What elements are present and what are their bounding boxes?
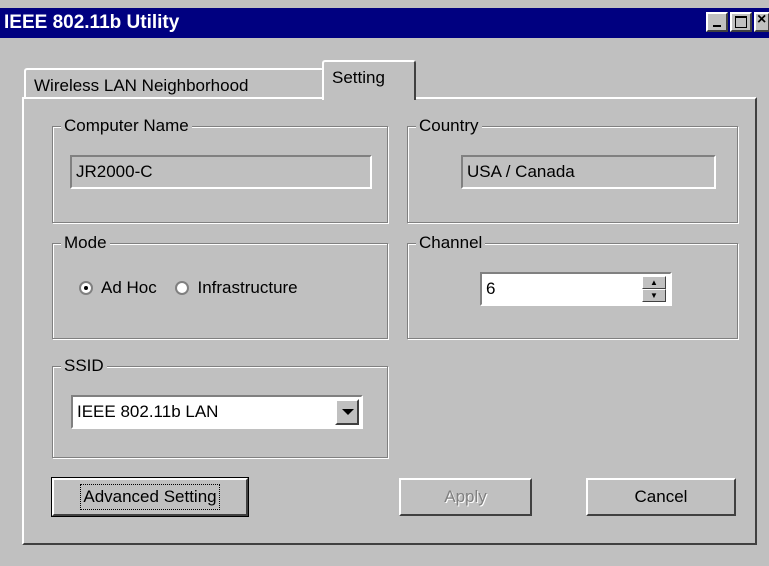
- channel-group: Channel 6 ▲ ▼: [407, 233, 738, 339]
- advanced-setting-label: Advanced Setting: [80, 484, 220, 510]
- channel-input[interactable]: 6 ▲ ▼: [480, 272, 672, 306]
- ssid-group: SSID IEEE 802.11b LAN: [52, 356, 388, 458]
- channel-label: Channel: [416, 233, 486, 253]
- country-label: Country: [416, 116, 482, 136]
- minimize-icon: [713, 25, 721, 27]
- ad-hoc-label[interactable]: Ad Hoc: [101, 278, 157, 297]
- ssid-value: IEEE 802.11b LAN: [77, 402, 219, 421]
- title-bar[interactable]: IEEE 802.11b Utility ×: [0, 8, 769, 38]
- computer-name-group: Computer Name JR2000-C: [52, 116, 388, 223]
- infrastructure-radio[interactable]: [175, 281, 190, 295]
- tab-setting[interactable]: Setting: [322, 60, 416, 100]
- arrow-up-icon: ▲: [650, 278, 658, 287]
- channel-value: 6: [486, 279, 496, 298]
- maximize-button[interactable]: [730, 12, 752, 32]
- minimize-button[interactable]: [706, 12, 728, 32]
- computer-name-label: Computer Name: [61, 116, 192, 136]
- window-title: IEEE 802.11b Utility: [4, 12, 180, 33]
- country-group: Country USA / Canada: [407, 116, 738, 223]
- computer-name-field: JR2000-C: [70, 155, 372, 189]
- apply-button[interactable]: Apply: [399, 478, 532, 516]
- channel-spinner: ▲ ▼: [642, 276, 666, 302]
- cancel-button[interactable]: Cancel: [586, 478, 736, 516]
- mode-group: Mode Ad Hoc Infrastructure: [52, 233, 388, 339]
- country-field: USA / Canada: [461, 155, 716, 189]
- spin-up-button[interactable]: ▲: [642, 276, 666, 289]
- spin-down-button[interactable]: ▼: [642, 289, 666, 302]
- tab-wireless-lan-neighborhood[interactable]: Wireless LAN Neighborhood: [24, 68, 324, 98]
- utility-window: IEEE 802.11b Utility × Wireless LAN Neig…: [0, 0, 769, 566]
- ssid-dropdown[interactable]: IEEE 802.11b LAN: [71, 395, 363, 429]
- close-icon: ×: [757, 11, 767, 28]
- maximize-icon: [735, 16, 747, 28]
- ssid-label: SSID: [61, 356, 107, 376]
- arrow-down-icon: ▼: [650, 291, 658, 300]
- infrastructure-label[interactable]: Infrastructure: [197, 278, 297, 297]
- advanced-setting-button[interactable]: Advanced Setting: [51, 477, 249, 517]
- mode-label: Mode: [61, 233, 110, 253]
- ad-hoc-radio[interactable]: [79, 281, 93, 295]
- close-button[interactable]: ×: [754, 11, 769, 32]
- dropdown-arrow-button[interactable]: [335, 399, 359, 425]
